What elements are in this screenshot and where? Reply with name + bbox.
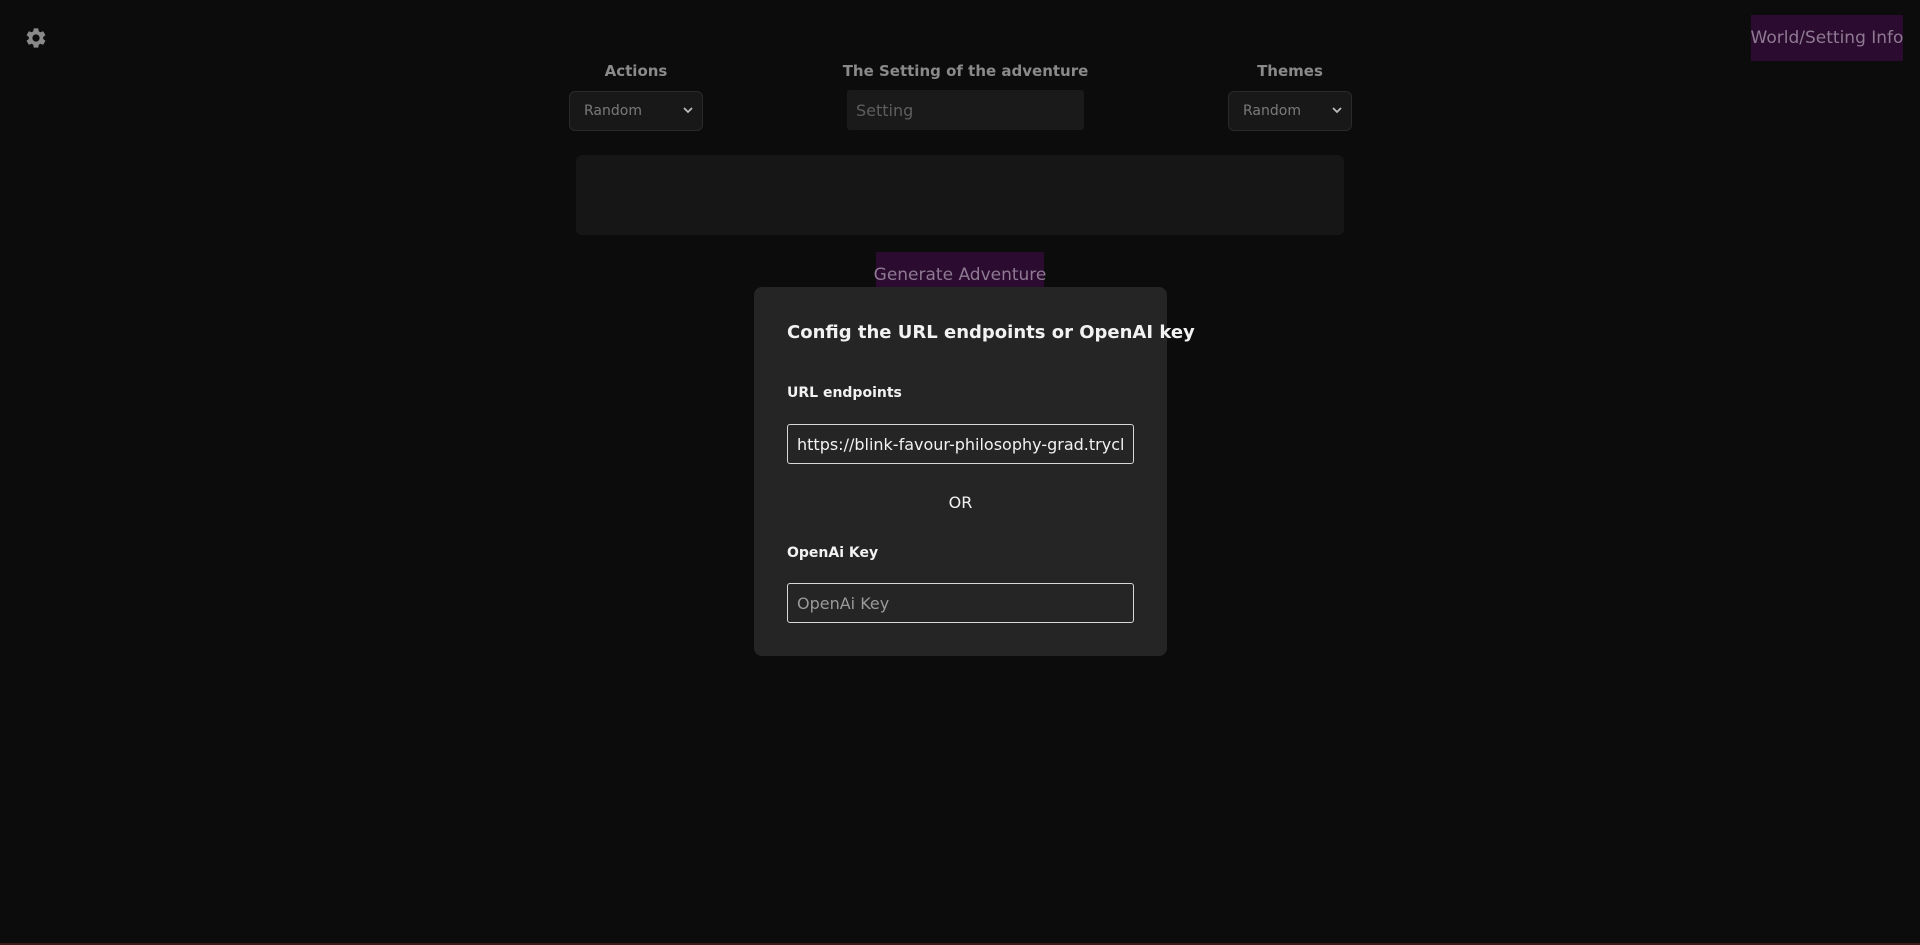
themes-select[interactable]: Random bbox=[1228, 91, 1352, 131]
actions-select[interactable]: Random bbox=[569, 91, 703, 131]
chevron-down-icon bbox=[1332, 107, 1342, 114]
chevron-down-icon bbox=[683, 107, 693, 114]
adventure-output-area[interactable] bbox=[576, 155, 1344, 235]
world-setting-info-button[interactable]: World/Setting Info bbox=[1751, 15, 1903, 61]
setting-input[interactable] bbox=[847, 90, 1084, 130]
actions-selected-value: Random bbox=[584, 103, 642, 119]
app-page: World/Setting Info Actions Random The Se… bbox=[0, 0, 1920, 945]
themes-selected-value: Random bbox=[1243, 103, 1301, 119]
setting-label: The Setting of the adventure bbox=[842, 62, 1089, 80]
openai-key-label: OpenAi Key bbox=[787, 545, 879, 561]
url-endpoints-label: URL endpoints bbox=[787, 385, 902, 401]
or-separator: OR bbox=[948, 493, 973, 512]
url-endpoints-input[interactable] bbox=[787, 424, 1134, 464]
config-modal: Config the URL endpoints or OpenAI key U… bbox=[754, 287, 1195, 656]
actions-label: Actions bbox=[604, 62, 668, 80]
gear-icon[interactable] bbox=[24, 26, 48, 50]
themes-label: Themes bbox=[1257, 62, 1323, 80]
modal-title: Config the URL endpoints or OpenAI key bbox=[787, 322, 1195, 343]
openai-key-input[interactable] bbox=[787, 583, 1134, 623]
